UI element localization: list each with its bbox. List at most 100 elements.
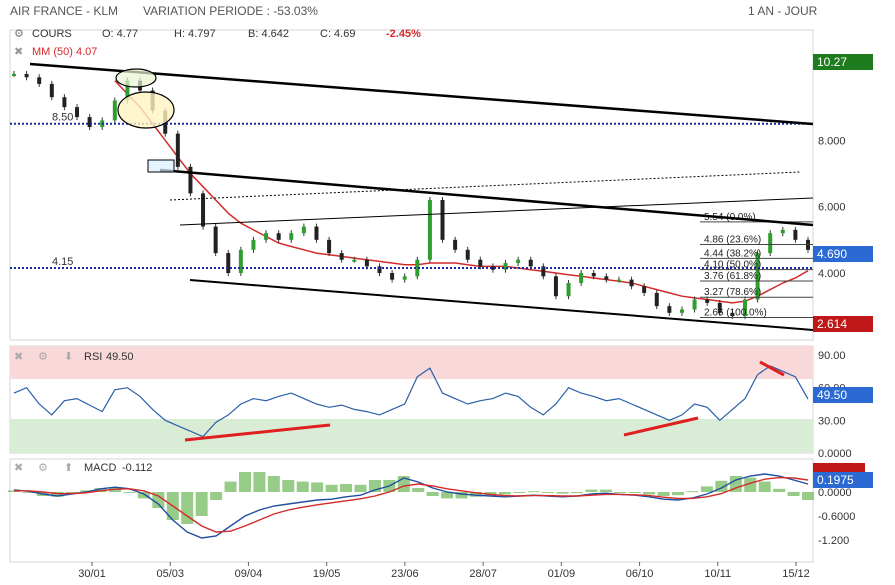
chart-svg: 8.504.15 5.54 (0.0%)4.86 (23.6%)4.44 (38… [8,29,855,580]
macd-badge-signal: 0.1975 [813,472,873,488]
legend-low: B: 4.642 [248,28,289,40]
macd-histogram-bar [643,492,656,495]
macd-histogram-bar [513,492,526,493]
price-candle [579,273,584,283]
macd-histogram-bar [238,472,251,492]
price-y-tick: 4.000 [818,268,846,280]
price-candle [440,200,445,240]
legend-change: -2.45% [386,28,421,40]
price-candle [226,253,231,273]
price-candle [478,259,483,267]
macd-line [13,473,809,539]
macd-histogram-bar [311,482,324,492]
macd-histogram-bar [253,472,266,492]
price-candle [453,239,458,250]
macd-y-tick: -0.6000 [818,511,855,523]
price-candle [616,279,621,282]
price-candle [251,239,256,250]
macd-histogram-bar [325,484,338,492]
macd-histogram-bar [758,481,771,492]
price-badge-low: 2.614 [813,316,873,332]
price-candle [604,276,609,280]
macd-panel-frame [9,458,814,563]
price-candle [352,259,357,262]
macd-histogram-bar [686,491,699,493]
price-badge-last: 4.690 [813,246,873,262]
x-tick-label: 01/09 [548,568,576,580]
rsi-y-tick: 90.00 [818,350,846,362]
macd-histogram-bar [296,481,309,492]
price-candle [591,273,596,277]
price-badge-high: 10.27 [813,54,873,70]
x-tick-label: 28/07 [469,568,497,580]
price-candle [768,233,773,254]
macd-histogram-bar [498,492,511,495]
highlight-box [147,159,175,173]
price-candle [175,133,180,167]
price-candle [289,233,294,240]
ma-close-icon[interactable]: ✖ [14,45,23,58]
rsi-down-arrow-icon[interactable]: ⬇ [64,350,73,363]
x-tick-label: 09/04 [235,568,263,580]
fib-label: 4.10 (50.0%) [704,260,761,271]
price-candle [24,73,29,78]
price-candle [793,229,798,240]
macd-group [8,472,814,539]
macd-histogram-bar [672,492,685,496]
rsi-settings-icon[interactable]: ⚙ [38,350,48,363]
fib-label: 3.27 (78.6%) [704,287,761,298]
price-candle [705,299,710,303]
cours-icon[interactable]: ⚙ [14,27,24,40]
rsi-y-tick: 0.0000 [818,448,852,460]
macd-y-tick: -1.200 [818,535,849,547]
macd-label: MACD [84,462,117,474]
macd-histogram-bar [426,492,439,496]
rsi-label: RSI [84,351,103,363]
macd-up-arrow-icon[interactable]: ⬆ [64,461,73,474]
price-candle [667,306,672,313]
x-tick-label: 10/11 [704,568,731,580]
period-selector[interactable]: 1 AN - JOUR [748,4,817,18]
price-candle [112,100,117,121]
rsi-close-icon[interactable]: ✖ [14,350,23,363]
legend-close: C: 4.69 [320,28,356,40]
macd-histogram-bar [282,480,295,492]
macd-histogram-bar [123,492,136,493]
price-candle [692,299,697,310]
price-candle [780,229,785,234]
price-candle [339,253,344,260]
price-candle [390,273,395,280]
price-y-tick: 8.000 [818,135,846,147]
x-tick-label: 30/01 [78,568,106,580]
price-y-tick: 6.000 [818,202,846,214]
macd-histogram-bar [195,492,208,516]
fibonacci-group: 5.54 (0.0%)4.86 (23.6%)4.44 (38.2%)4.10 … [700,212,813,318]
rsi-oversold-zone [10,419,813,453]
x-tick-label: 06/10 [626,568,654,580]
x-tick-label: 05/03 [156,568,184,580]
x-tick-label: 19/05 [313,568,341,580]
price-candle [49,83,54,98]
macd-signal-line [14,476,809,533]
price-candle [238,249,243,273]
macd-close-icon[interactable]: ✖ [14,461,23,474]
price-candle [264,233,269,240]
price-candle [642,286,647,293]
price-candle [37,77,42,84]
macd-settings-icon[interactable]: ⚙ [38,461,48,474]
macd-histogram-bar [614,492,627,493]
macd-histogram-bar [571,492,584,493]
price-candle [427,200,432,260]
price-candle [314,226,319,240]
fib-label: 4.44 (38.2%) [704,248,761,259]
macd-histogram-bar [542,492,555,493]
macd-histogram-bar [354,484,367,492]
fib-label: 3.76 (61.8%) [704,271,761,282]
macd-histogram-bar [210,492,223,500]
x-tick-label: 23/06 [391,568,419,580]
price-candle [87,117,92,128]
highlight-ellipse-yellow [117,91,175,129]
price-candle [62,97,67,108]
macd-histogram-bar [267,476,280,492]
price-candle [566,282,571,297]
